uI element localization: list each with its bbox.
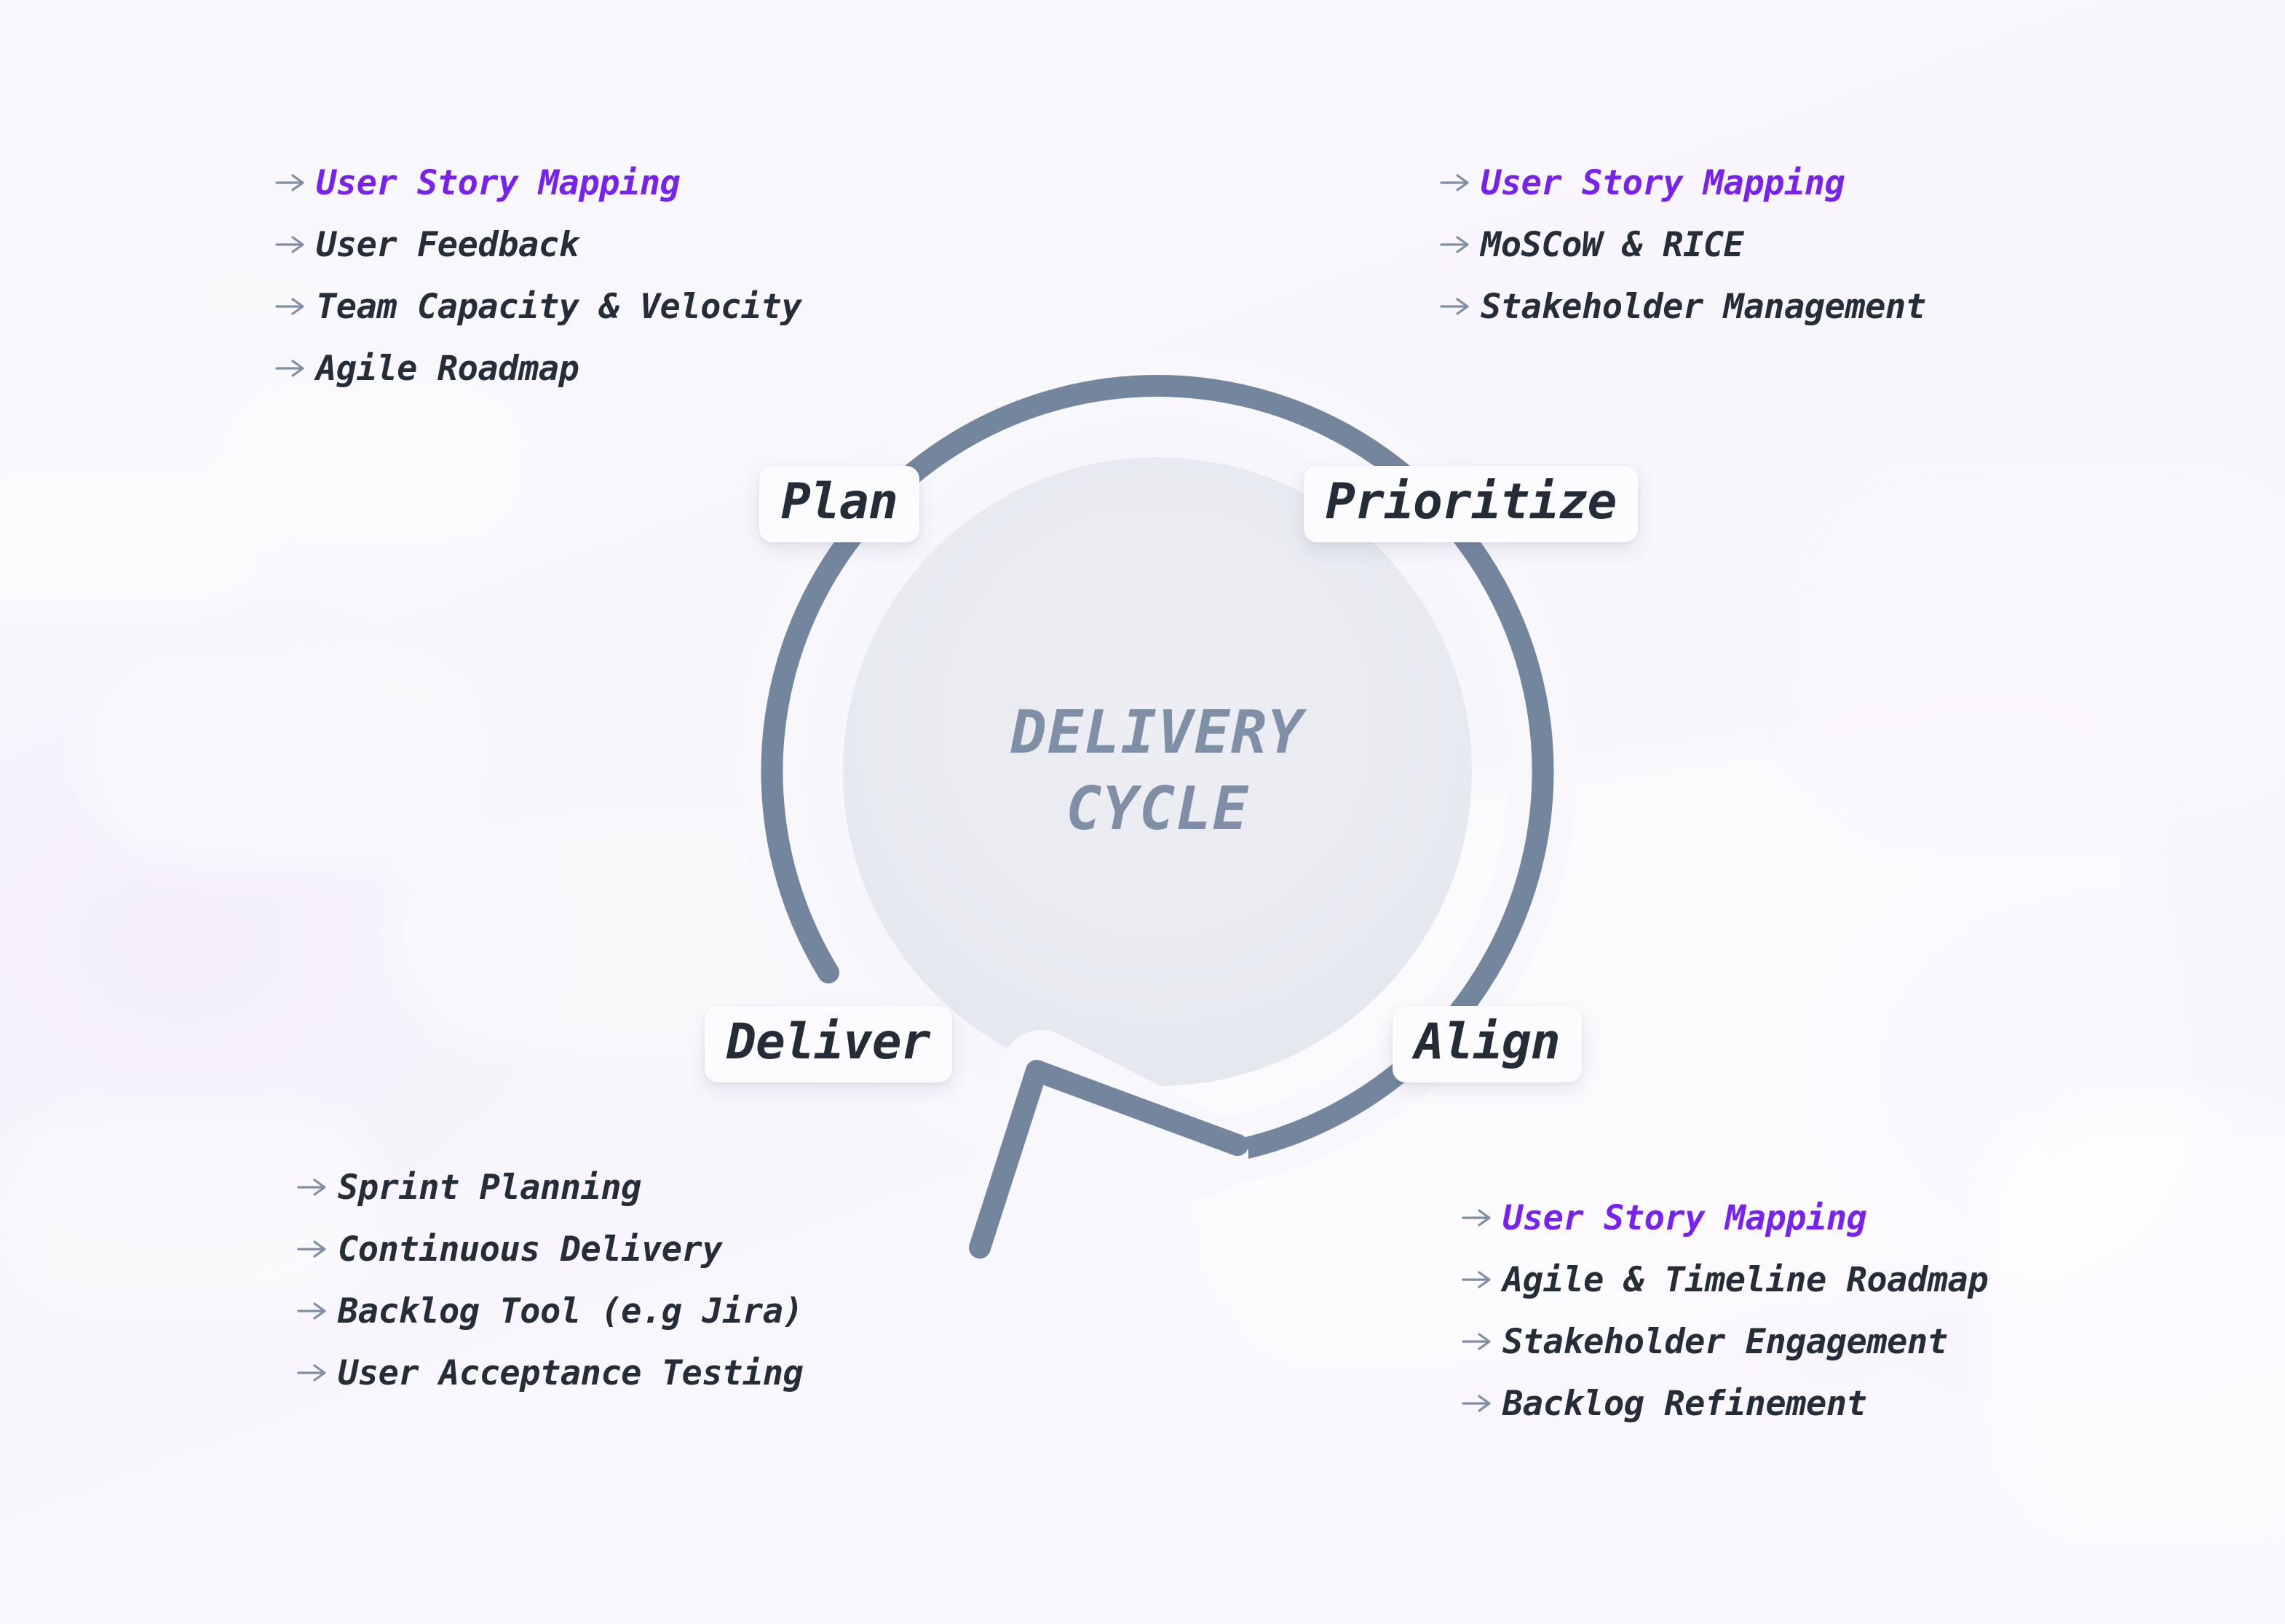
list-item-label: Agile & Timeline Roadmap — [1502, 1260, 1989, 1300]
list-item: User Feedback — [275, 228, 801, 262]
arrow-right-icon — [275, 357, 307, 379]
delivery-cycle-infographic: User Story Mapping User Feedback Team Ca… — [0, 0, 2285, 1624]
arrow-right-icon — [1462, 1392, 1494, 1414]
arrow-right-icon — [297, 1237, 329, 1259]
list-item-label: User Feedback — [316, 225, 579, 265]
arrow-right-icon — [275, 171, 307, 193]
list-item-label: Team Capacity & Velocity — [316, 287, 802, 327]
list-item-label: User Acceptance Testing — [338, 1353, 804, 1393]
list-item: User Acceptance Testing — [297, 1353, 804, 1393]
cycle-inner-disc — [843, 457, 1472, 1086]
arrow-right-icon — [297, 1361, 329, 1383]
list-item-label: User Story Mapping — [316, 163, 681, 203]
decorative-blob — [80, 655, 488, 874]
arrow-right-icon — [297, 1176, 329, 1197]
list-item: Stakeholder Management — [1440, 290, 1926, 324]
list-item: User Story Mapping — [1440, 166, 1926, 200]
list-item-label: Backlog Refinement — [1502, 1384, 1867, 1424]
list-item: MoSCoW & RICE — [1440, 228, 1926, 262]
arrow-right-icon — [275, 295, 307, 317]
list-item-label: Sprint Planning — [338, 1168, 641, 1208]
list-item: Stakeholder Engagement — [1462, 1325, 1988, 1359]
arrow-right-icon — [1462, 1268, 1494, 1290]
list-item: Backlog Refinement — [1462, 1387, 1988, 1421]
list-item: Agile Roadmap — [275, 352, 801, 386]
list-item-label: Backlog Tool (e.g Jira) — [338, 1291, 804, 1331]
list-item: Agile & Timeline Roadmap — [1462, 1260, 1989, 1300]
decorative-blob — [1980, 1092, 2285, 1543]
list-item-label: User Story Mapping — [1481, 163, 1845, 203]
stage-chip-prioritize[interactable]: Prioritize — [1304, 466, 1639, 543]
list-item-label: Continuous Delivery — [338, 1229, 723, 1270]
prioritize-practice-list: User Story Mapping MoSCoW & RICE Stakeho… — [1440, 166, 1926, 324]
decorative-blob — [1783, 451, 2285, 830]
plan-practice-list: User Story Mapping User Feedback Team Ca… — [275, 166, 802, 386]
arrow-right-icon — [1440, 295, 1472, 317]
arrow-right-icon — [275, 233, 307, 255]
decorative-blob — [0, 466, 269, 604]
list-item: Backlog Tool (e.g Jira) — [297, 1291, 804, 1331]
list-item-label: Stakeholder Engagement — [1502, 1322, 1948, 1362]
list-item-label: MoSCoW & RICE — [1481, 225, 1744, 265]
arrow-right-icon — [1440, 171, 1472, 193]
arrow-right-icon — [1440, 233, 1472, 255]
list-item-label: Stakeholder Management — [1481, 287, 1926, 327]
stage-chip-deliver[interactable]: Deliver — [705, 1006, 952, 1083]
list-item: Team Capacity & Velocity — [275, 287, 802, 327]
stage-chip-plan[interactable]: Plan — [759, 466, 919, 543]
decorative-blob — [218, 379, 531, 546]
stage-chip-align[interactable]: Align — [1393, 1006, 1582, 1083]
arrow-right-icon — [1462, 1330, 1494, 1352]
list-item: User Story Mapping — [275, 166, 801, 200]
list-item-label: Agile Roadmap — [316, 349, 579, 389]
arrow-right-icon — [297, 1299, 329, 1321]
